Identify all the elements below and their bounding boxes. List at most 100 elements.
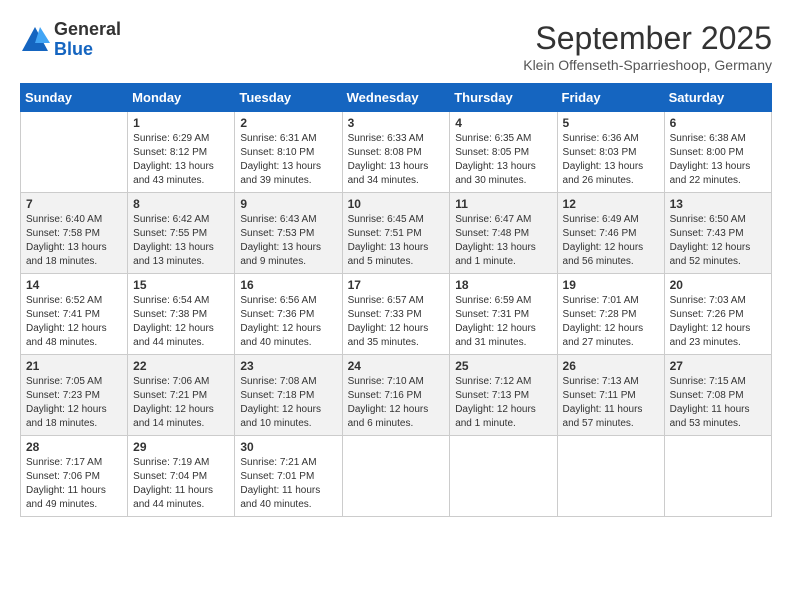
calendar-cell: [21, 112, 128, 193]
day-number: 7: [26, 197, 122, 211]
day-info: Sunrise: 7:12 AM Sunset: 7:13 PM Dayligh…: [455, 375, 551, 431]
day-info: Sunrise: 7:08 AM Sunset: 7:18 PM Dayligh…: [240, 375, 336, 431]
calendar-cell: [450, 436, 557, 517]
calendar-cell: 23 Sunrise: 7:08 AM Sunset: 7:18 PM Dayli…: [235, 355, 342, 436]
day-number: 12: [563, 197, 659, 211]
calendar-cell: 12 Sunrise: 6:49 AM Sunset: 7:46 PM Dayli…: [557, 193, 664, 274]
calendar-week-row: 1 Sunrise: 6:29 AM Sunset: 8:12 PM Daylig…: [21, 112, 772, 193]
calendar-cell: 13 Sunrise: 6:50 AM Sunset: 7:43 PM Dayli…: [664, 193, 771, 274]
header-saturday: Saturday: [664, 84, 771, 112]
day-info: Sunrise: 6:29 AM Sunset: 8:12 PM Dayligh…: [133, 132, 229, 188]
day-number: 18: [455, 278, 551, 292]
day-info: Sunrise: 6:35 AM Sunset: 8:05 PM Dayligh…: [455, 132, 551, 188]
location-title: Klein Offenseth-Sparrieshoop, Germany: [523, 57, 772, 73]
day-number: 26: [563, 359, 659, 373]
day-number: 20: [670, 278, 766, 292]
day-info: Sunrise: 7:03 AM Sunset: 7:26 PM Dayligh…: [670, 294, 766, 350]
day-info: Sunrise: 6:43 AM Sunset: 7:53 PM Dayligh…: [240, 213, 336, 269]
day-info: Sunrise: 6:40 AM Sunset: 7:58 PM Dayligh…: [26, 213, 122, 269]
day-info: Sunrise: 6:52 AM Sunset: 7:41 PM Dayligh…: [26, 294, 122, 350]
calendar-cell: [557, 436, 664, 517]
logo-text: General Blue: [54, 20, 121, 60]
calendar-cell: 11Sunrise: 6:47 AM Sunset: 7:48 PM Dayli…: [450, 193, 557, 274]
day-number: 9: [240, 197, 336, 211]
logo: General Blue: [20, 20, 121, 60]
calendar-cell: 1 Sunrise: 6:29 AM Sunset: 8:12 PM Daylig…: [128, 112, 235, 193]
day-number: 29: [133, 440, 229, 454]
calendar-week-row: 21Sunrise: 7:05 AM Sunset: 7:23 PM Dayli…: [21, 355, 772, 436]
day-info: Sunrise: 6:57 AM Sunset: 7:33 PM Dayligh…: [348, 294, 445, 350]
title-block: September 2025 Klein Offenseth-Sparriesh…: [523, 20, 772, 73]
calendar-cell: [342, 436, 450, 517]
day-number: 28: [26, 440, 122, 454]
day-info: Sunrise: 6:50 AM Sunset: 7:43 PM Dayligh…: [670, 213, 766, 269]
day-number: 13: [670, 197, 766, 211]
calendar-cell: 27 Sunrise: 7:15 AM Sunset: 7:08 PM Dayli…: [664, 355, 771, 436]
day-info: Sunrise: 7:10 AM Sunset: 7:16 PM Dayligh…: [348, 375, 445, 431]
header-friday: Friday: [557, 84, 664, 112]
day-info: Sunrise: 6:56 AM Sunset: 7:36 PM Dayligh…: [240, 294, 336, 350]
day-info: Sunrise: 6:59 AM Sunset: 7:31 PM Dayligh…: [455, 294, 551, 350]
day-info: Sunrise: 6:38 AM Sunset: 8:00 PM Dayligh…: [670, 132, 766, 188]
calendar-cell: 16 Sunrise: 6:56 AM Sunset: 7:36 PM Dayli…: [235, 274, 342, 355]
calendar-cell: 28 Sunrise: 7:17 AM Sunset: 7:06 PM Dayli…: [21, 436, 128, 517]
calendar-cell: [664, 436, 771, 517]
day-info: Sunrise: 6:36 AM Sunset: 8:03 PM Dayligh…: [563, 132, 659, 188]
day-number: 1: [133, 116, 229, 130]
calendar-cell: 10 Sunrise: 6:45 AM Sunset: 7:51 PM Dayli…: [342, 193, 450, 274]
calendar-cell: 18 Sunrise: 6:59 AM Sunset: 7:31 PM Dayli…: [450, 274, 557, 355]
day-info: Sunrise: 7:15 AM Sunset: 7:08 PM Dayligh…: [670, 375, 766, 431]
day-info: Sunrise: 7:06 AM Sunset: 7:21 PM Dayligh…: [133, 375, 229, 431]
day-number: 23: [240, 359, 336, 373]
calendar-cell: 26 Sunrise: 7:13 AM Sunset: 7:11 PM Dayli…: [557, 355, 664, 436]
day-number: 14: [26, 278, 122, 292]
day-info: Sunrise: 7:01 AM Sunset: 7:28 PM Dayligh…: [563, 294, 659, 350]
calendar-cell: 17 Sunrise: 6:57 AM Sunset: 7:33 PM Dayli…: [342, 274, 450, 355]
calendar-cell: 14 Sunrise: 6:52 AM Sunset: 7:41 PM Dayli…: [21, 274, 128, 355]
day-number: 24: [348, 359, 445, 373]
calendar-cell: 15 Sunrise: 6:54 AM Sunset: 7:38 PM Dayli…: [128, 274, 235, 355]
month-title: September 2025: [523, 20, 772, 57]
calendar-cell: 2 Sunrise: 6:31 AM Sunset: 8:10 PM Daylig…: [235, 112, 342, 193]
day-number: 8: [133, 197, 229, 211]
calendar-cell: 30 Sunrise: 7:21 AM Sunset: 7:01 PM Dayli…: [235, 436, 342, 517]
header-thursday: Thursday: [450, 84, 557, 112]
calendar-cell: 29Sunrise: 7:19 AM Sunset: 7:04 PM Dayli…: [128, 436, 235, 517]
day-number: 27: [670, 359, 766, 373]
day-number: 25: [455, 359, 551, 373]
calendar-cell: 5 Sunrise: 6:36 AM Sunset: 8:03 PM Daylig…: [557, 112, 664, 193]
calendar-cell: 20 Sunrise: 7:03 AM Sunset: 7:26 PM Dayli…: [664, 274, 771, 355]
day-info: Sunrise: 6:31 AM Sunset: 8:10 PM Dayligh…: [240, 132, 336, 188]
calendar-cell: 6 Sunrise: 6:38 AM Sunset: 8:00 PM Daylig…: [664, 112, 771, 193]
day-number: 3: [348, 116, 445, 130]
calendar-header-row: SundayMondayTuesdayWednesdayThursdayFrid…: [21, 84, 772, 112]
day-number: 17: [348, 278, 445, 292]
day-info: Sunrise: 7:17 AM Sunset: 7:06 PM Dayligh…: [26, 456, 122, 512]
day-number: 6: [670, 116, 766, 130]
day-info: Sunrise: 6:42 AM Sunset: 7:55 PM Dayligh…: [133, 213, 229, 269]
day-number: 2: [240, 116, 336, 130]
day-number: 15: [133, 278, 229, 292]
day-info: Sunrise: 6:33 AM Sunset: 8:08 PM Dayligh…: [348, 132, 445, 188]
calendar-cell: 7 Sunrise: 6:40 AM Sunset: 7:58 PM Daylig…: [21, 193, 128, 274]
day-info: Sunrise: 6:54 AM Sunset: 7:38 PM Dayligh…: [133, 294, 229, 350]
calendar-cell: 19Sunrise: 7:01 AM Sunset: 7:28 PM Dayli…: [557, 274, 664, 355]
calendar-week-row: 28 Sunrise: 7:17 AM Sunset: 7:06 PM Dayli…: [21, 436, 772, 517]
day-info: Sunrise: 7:21 AM Sunset: 7:01 PM Dayligh…: [240, 456, 336, 512]
calendar-cell: 8 Sunrise: 6:42 AM Sunset: 7:55 PM Daylig…: [128, 193, 235, 274]
day-number: 30: [240, 440, 336, 454]
calendar-cell: 9 Sunrise: 6:43 AM Sunset: 7:53 PM Daylig…: [235, 193, 342, 274]
calendar-cell: 24 Sunrise: 7:10 AM Sunset: 7:16 PM Dayli…: [342, 355, 450, 436]
header-monday: Monday: [128, 84, 235, 112]
calendar-cell: 25 Sunrise: 7:12 AM Sunset: 7:13 PM Dayli…: [450, 355, 557, 436]
day-info: Sunrise: 7:13 AM Sunset: 7:11 PM Dayligh…: [563, 375, 659, 431]
day-number: 10: [348, 197, 445, 211]
day-info: Sunrise: 6:45 AM Sunset: 7:51 PM Dayligh…: [348, 213, 445, 269]
day-info: Sunrise: 6:47 AM Sunset: 7:48 PM Dayligh…: [455, 213, 551, 269]
header-wednesday: Wednesday: [342, 84, 450, 112]
day-number: 16: [240, 278, 336, 292]
day-number: 5: [563, 116, 659, 130]
day-info: Sunrise: 6:49 AM Sunset: 7:46 PM Dayligh…: [563, 213, 659, 269]
logo-icon: [20, 25, 50, 55]
header-sunday: Sunday: [21, 84, 128, 112]
